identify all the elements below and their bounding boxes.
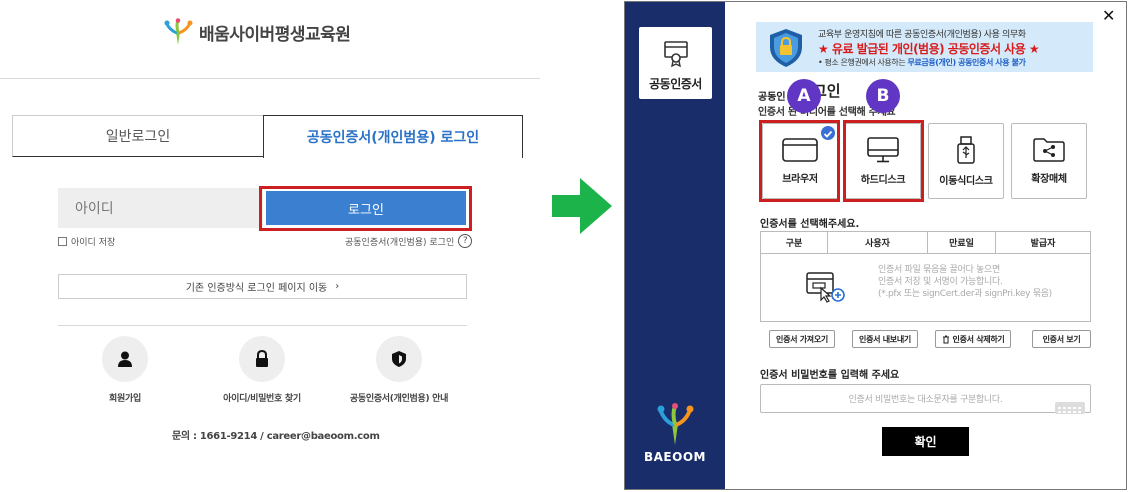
signup-button[interactable] xyxy=(102,336,148,382)
dialog-title-small: 공동인 xyxy=(758,92,786,103)
media-removable-disk-button[interactable]: 이동식디스크 xyxy=(928,123,1004,199)
col-issuer[interactable]: 발급자 xyxy=(996,232,1090,253)
highlight-login-button xyxy=(259,186,472,231)
find-account-button[interactable] xyxy=(239,336,285,382)
password-title: 인증서 비밀번호를 입력해 주세요 xyxy=(760,370,900,381)
baeoom-logo-icon xyxy=(164,18,193,45)
contact-info: 문의 : 1661-9214 / career@baeoom.com xyxy=(172,431,380,442)
media-extended-button[interactable]: 확장매체 xyxy=(1011,123,1087,199)
folder-share-icon xyxy=(1033,137,1065,162)
tab-label: 일반로그인 xyxy=(105,129,171,145)
chevron-right-icon: › xyxy=(335,281,340,292)
drag-drop-cert-icon xyxy=(806,272,845,303)
tab-label: 공동인증서(개인범용) 로그인 xyxy=(306,130,480,146)
cert-guide-label[interactable]: 공동인증서(개인범용) 안내 xyxy=(334,391,464,404)
old-login-label: 기존 인증방식 로그인 페이지 이동 xyxy=(185,283,328,294)
tab-cert-login[interactable]: 공동인증서(개인범용) 로그인 xyxy=(263,115,523,158)
tab-general-login[interactable]: 일반로그인 xyxy=(12,115,264,157)
highlight-harddisk xyxy=(843,120,924,202)
dialog-sidebar: 공동인증서 BAEOOM xyxy=(625,2,725,489)
virtual-keyboard-icon[interactable] xyxy=(1055,402,1085,416)
usb-icon xyxy=(957,135,975,164)
col-type[interactable]: 구분 xyxy=(761,232,828,253)
col-user[interactable]: 사용자 xyxy=(828,232,928,253)
banner-line3: • 평소 은행권에서 사용하는 무료금융(개인) 공동인증서 사용 불가 xyxy=(818,57,1026,68)
site-logo[interactable]: 배움사이버평생교육원 xyxy=(163,18,351,46)
banner-line1: 교육부 운영지침에 따른 공동인증서(개인범용) 사용 의무화 xyxy=(818,30,1026,40)
banner-line3-bold: 무료금융(개인) 공동인증서 사용 불가 xyxy=(907,58,1026,67)
badge-b: B xyxy=(866,79,900,113)
find-account-label[interactable]: 아이디/비밀번호 찾기 xyxy=(212,391,312,404)
banner-line2: ★ 유료 발급된 개인(범용) 공동인증서 사용 ★ xyxy=(818,42,1040,56)
trash-icon xyxy=(942,335,949,343)
arrow-right-icon xyxy=(552,178,612,234)
sidebar-logo-text: BAEOOM xyxy=(644,450,706,464)
sidebar-item-cert[interactable]: 공동인증서 xyxy=(639,27,712,99)
col-expiry[interactable]: 만료일 xyxy=(928,232,996,253)
save-id-checkbox[interactable]: 아이디 저장 xyxy=(58,235,115,248)
drop-hint-line: (*.pfx 또는 signCert.der과 signPri.key 묶음) xyxy=(878,289,1052,299)
cert-table[interactable]: 구분 사용자 만료일 발급자 인증서 파일 묶음을 끌어다 놓으면 인증서 저장… xyxy=(760,231,1091,322)
signup-label[interactable]: 회원가입 xyxy=(85,391,165,404)
id-placeholder: 아이디 xyxy=(75,201,114,217)
cert-login-link[interactable]: 공동인증서(개인범용) 로그인 ? xyxy=(345,234,473,248)
sidebar-item-label: 공동인증서 xyxy=(649,77,702,91)
import-cert-button[interactable]: 인증서 가져오기 xyxy=(769,330,835,348)
delete-cert-button[interactable]: 인증서 삭제하기 xyxy=(935,330,1011,348)
drop-hint-line: 인증서 파일 묶음을 끌어다 놓으면 xyxy=(878,265,1000,275)
certificate-icon xyxy=(663,41,688,67)
lock-icon xyxy=(256,350,268,367)
checkbox-box[interactable] xyxy=(58,237,67,246)
notice-banner: 교육부 운영지침에 따른 공동인증서(개인범용) 사용 의무화 ★ 유료 발급된… xyxy=(756,22,1093,72)
section-divider xyxy=(58,325,467,326)
save-id-label: 아이디 저장 xyxy=(71,238,116,248)
cert-dialog: 공동인증서 BAEOOM ✕ 교육부 운영지침에 따른 공동인증서(개인범용) … xyxy=(624,1,1127,490)
banner-line3-text: • 평소 은행권에서 사용하는 xyxy=(818,58,908,67)
delete-cert-label: 인증서 삭제하기 xyxy=(952,334,1005,344)
baeoom-logo-icon xyxy=(657,403,694,445)
old-login-button[interactable]: 기존 인증방식 로그인 페이지 이동 › xyxy=(58,274,467,299)
confirm-button[interactable]: 확인 xyxy=(882,427,969,456)
media-label: 이동식디스크 xyxy=(939,175,993,187)
export-cert-button[interactable]: 인증서 내보내기 xyxy=(852,330,918,348)
cert-select-title: 인증서를 선택해주세요. xyxy=(760,219,860,230)
drop-hint: 인증서 파일 묶음을 끌어다 놓으면 인증서 저장 및 서명이 가능합니다. (… xyxy=(878,264,1052,300)
user-icon xyxy=(118,351,132,367)
site-name: 배움사이버평생교육원 xyxy=(199,24,351,45)
header-divider xyxy=(0,78,540,79)
close-icon[interactable]: ✕ xyxy=(1102,6,1115,25)
view-cert-button[interactable]: 인증서 보기 xyxy=(1032,330,1091,348)
id-input[interactable]: 아이디 xyxy=(58,188,263,228)
cert-guide-button[interactable] xyxy=(376,336,422,382)
password-placeholder: 인증서 비밀번호는 대소문자를 구분합니다. xyxy=(848,395,1003,405)
cert-table-header: 구분 사용자 만료일 발급자 xyxy=(761,232,1090,254)
drop-hint-line: 인증서 저장 및 서명이 가능합니다. xyxy=(878,277,1003,287)
cert-login-link-label: 공동인증서(개인범용) 로그인 xyxy=(345,237,455,248)
login-page: 배움사이버평생교육원 일반로그인 공동인증서(개인범용) 로그인 아이디 로그인… xyxy=(0,0,540,492)
highlight-browser xyxy=(759,120,840,202)
cert-password-input[interactable]: 인증서 비밀번호는 대소문자를 구분합니다. xyxy=(760,384,1091,413)
shield-icon xyxy=(392,351,406,367)
badge-a: A xyxy=(787,79,821,113)
media-label: 확장매체 xyxy=(1031,173,1067,185)
help-icon[interactable]: ? xyxy=(458,234,473,248)
security-shield-icon xyxy=(770,29,802,67)
